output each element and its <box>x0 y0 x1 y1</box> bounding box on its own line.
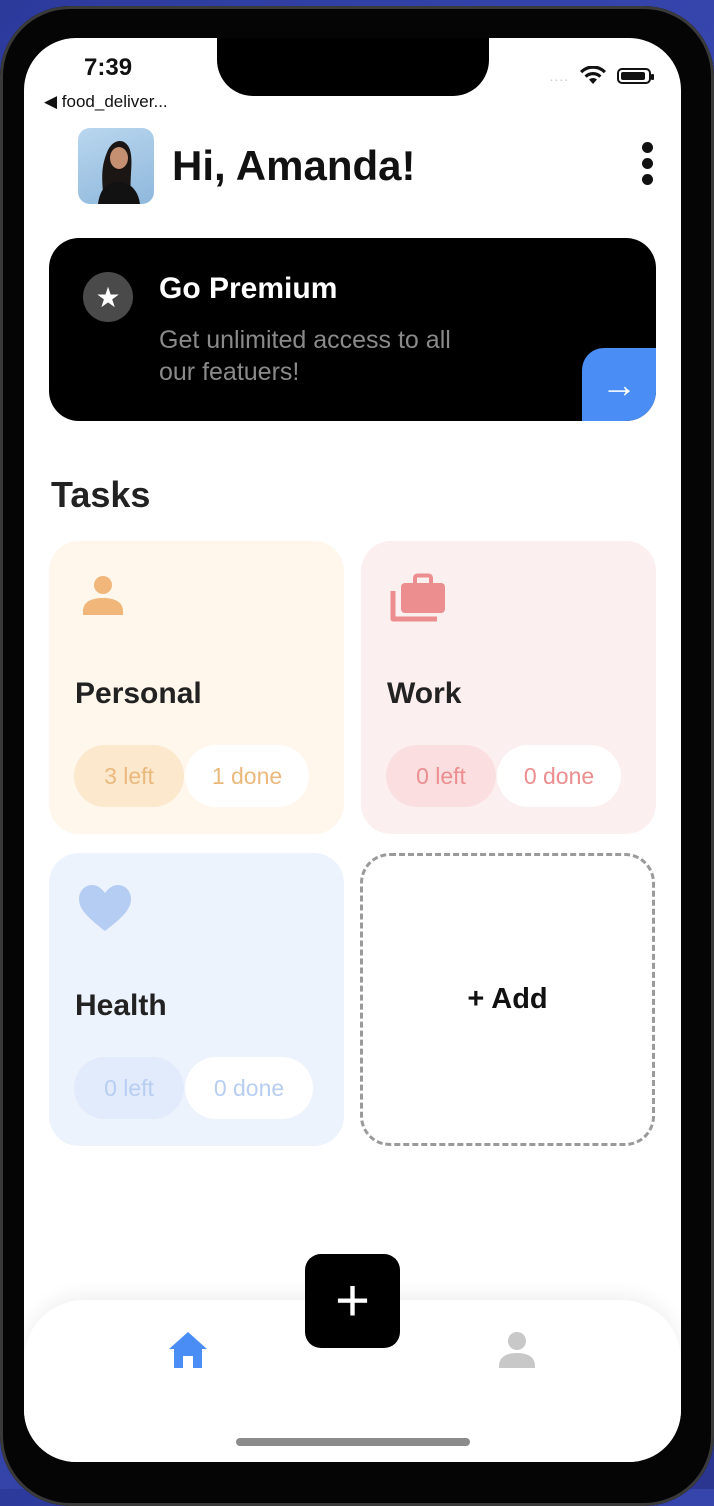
premium-title: Go Premium <box>159 272 338 305</box>
task-card-title: Health <box>75 989 167 1022</box>
home-indicator <box>236 1438 470 1446</box>
briefcase-icon <box>390 573 445 622</box>
arrow-right-icon[interactable]: → <box>582 348 656 421</box>
task-card-health[interactable]: Health 0 left 0 done <box>49 853 344 1146</box>
person-icon <box>83 576 123 615</box>
tasks-left-badge: 3 left <box>74 745 184 807</box>
user-avatar-image <box>98 141 140 204</box>
profile-icon[interactable] <box>497 1330 537 1370</box>
battery-icon <box>617 68 654 84</box>
heart-icon <box>79 885 131 931</box>
plus-icon[interactable]: + <box>305 1254 400 1348</box>
more-vertical-icon[interactable] <box>636 142 658 190</box>
star-icon: ★ <box>83 272 133 322</box>
status-icons: .... <box>549 66 654 86</box>
avatar[interactable] <box>78 128 154 204</box>
home-icon[interactable] <box>167 1330 209 1370</box>
tasks-done-badge: 0 done <box>497 745 621 807</box>
app-screen: 7:39 ◀ food_deliver... .... Hi, Amanda! … <box>24 38 681 1462</box>
tasks-left-badge: 0 left <box>386 745 496 807</box>
task-card-title: Work <box>387 677 462 710</box>
add-task-category-button[interactable]: + Add <box>360 853 655 1146</box>
tasks-done-badge: 0 done <box>185 1057 313 1119</box>
tasks-done-badge: 1 done <box>185 745 309 807</box>
go-premium-card[interactable]: ★ Go Premium Get unlimited access to all… <box>49 238 656 421</box>
greeting-title: Hi, Amanda! <box>172 142 416 189</box>
status-time: 7:39 <box>84 54 133 81</box>
wifi-icon <box>580 66 606 84</box>
task-card-personal[interactable]: Personal 3 left 1 done <box>49 541 344 834</box>
task-card-title: Personal <box>75 677 202 710</box>
tasks-section-title: Tasks <box>51 474 151 515</box>
signal-icon: .... <box>549 68 569 84</box>
task-card-work[interactable]: Work 0 left 0 done <box>361 541 656 834</box>
back-to-app-link[interactable]: ◀ food_deliver... <box>44 92 168 112</box>
premium-subtitle: Get unlimited access to all our featuers… <box>159 326 451 386</box>
notch <box>217 38 489 96</box>
tasks-left-badge: 0 left <box>74 1057 184 1119</box>
